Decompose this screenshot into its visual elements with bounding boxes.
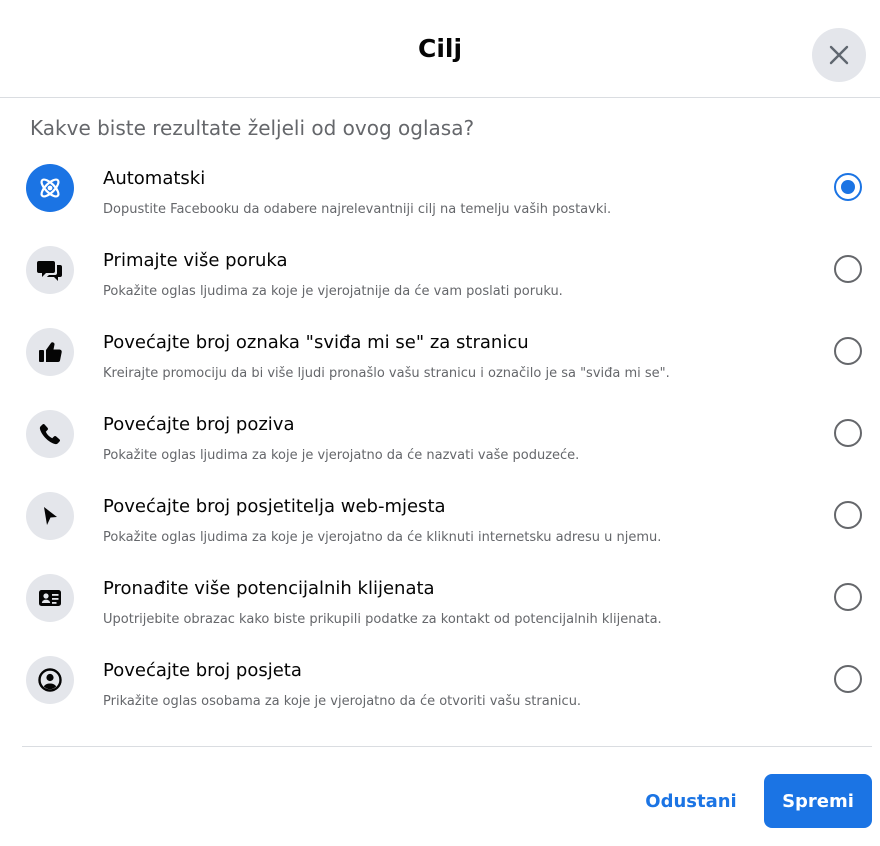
option-leads[interactable]: Pronađite više potencijalnih klijenata U… [0, 570, 880, 652]
option-title: Primajte više poruka [103, 250, 288, 271]
option-description: Pokažite oglas ljudima za koje je vjeroj… [103, 284, 563, 299]
objective-options-list: Automatski Dopustite Facebooku da odaber… [0, 160, 880, 734]
option-title: Povećajte broj posjeta [103, 660, 302, 681]
radio-profile-visits[interactable] [834, 665, 862, 693]
option-title: Povećajte broj poziva [103, 414, 295, 435]
option-messages[interactable]: Primajte više poruka Pokažite oglas ljud… [0, 242, 880, 324]
profile-icon [26, 656, 74, 704]
option-automatic[interactable]: Automatski Dopustite Facebooku da odaber… [0, 160, 880, 242]
radio-automatic[interactable] [834, 173, 862, 201]
dialog-title: Cilj [417, 34, 463, 63]
option-description: Pokažite oglas ljudima za koje je vjeroj… [103, 530, 662, 545]
option-title: Pronađite više potencijalnih klijenata [103, 578, 435, 599]
thumbs-up-icon [26, 328, 74, 376]
radio-website-visitors[interactable] [834, 501, 862, 529]
option-title: Povećajte broj oznaka "sviđa mi se" za s… [103, 332, 529, 353]
cursor-icon [26, 492, 74, 540]
option-description: Kreirajte promociju da bi više ljudi pro… [103, 366, 670, 381]
option-website-visitors[interactable]: Povećajte broj posjetitelja web-mjesta P… [0, 488, 880, 570]
option-title: Automatski [103, 168, 206, 189]
radio-page-likes[interactable] [834, 337, 862, 365]
radio-leads[interactable] [834, 583, 862, 611]
option-calls[interactable]: Povećajte broj poziva Pokažite oglas lju… [0, 406, 880, 488]
option-description: Prikažite oglas osobama za koje je vjero… [103, 694, 582, 709]
chat-bubbles-icon [26, 246, 74, 294]
footer-divider [22, 746, 872, 747]
option-description: Upotrijebite obrazac kako biste prikupil… [103, 612, 662, 627]
option-profile-visits[interactable]: Povećajte broj posjeta Prikažite oglas o… [0, 652, 880, 734]
contact-card-icon [26, 574, 74, 622]
option-page-likes[interactable]: Povećajte broj oznaka "sviđa mi se" za s… [0, 324, 880, 406]
atom-icon [26, 164, 74, 212]
radio-messages[interactable] [834, 255, 862, 283]
objective-question: Kakve biste rezultate željeli od ovog og… [30, 116, 475, 140]
option-title: Povećajte broj posjetitelja web-mjesta [103, 496, 446, 517]
option-description: Pokažite oglas ljudima za koje je vjeroj… [103, 448, 580, 463]
radio-calls[interactable] [834, 419, 862, 447]
phone-icon [26, 410, 74, 458]
dialog-header: Cilj [0, 0, 880, 98]
close-button[interactable] [812, 28, 866, 82]
cancel-button[interactable]: Odustani [636, 774, 746, 828]
objective-dialog: Cilj Kakve biste rezultate željeli od ov… [0, 0, 880, 846]
option-description: Dopustite Facebooku da odabere najreleva… [103, 202, 612, 217]
save-button[interactable]: Spremi [764, 774, 872, 828]
close-icon [828, 44, 850, 66]
